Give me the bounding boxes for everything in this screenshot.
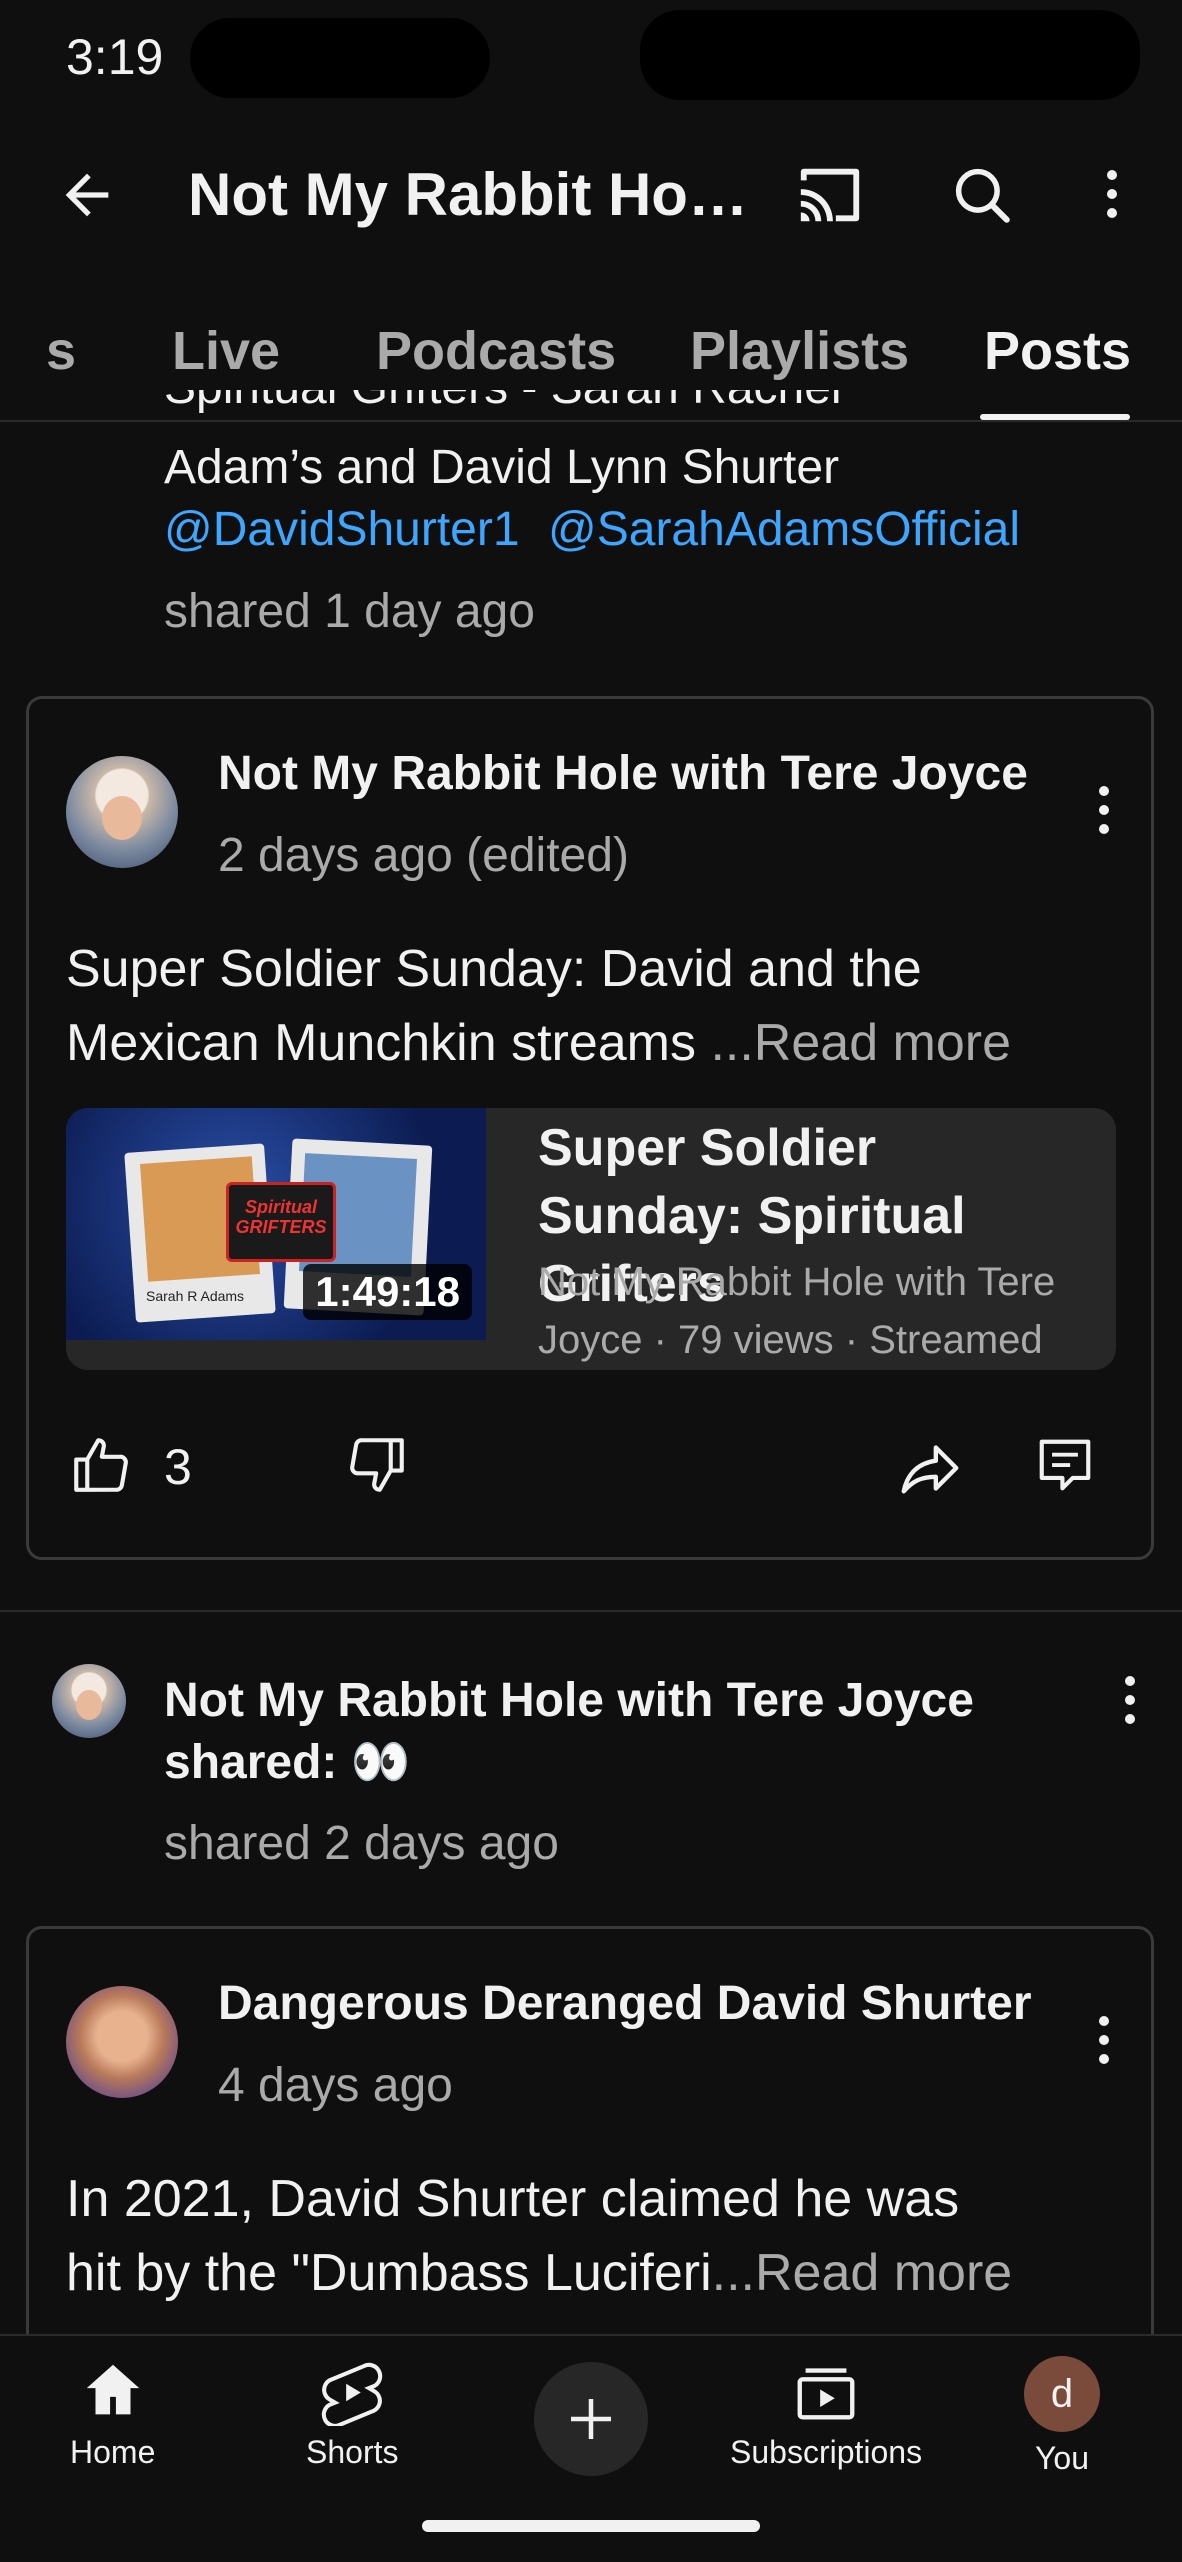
video-embed[interactable]: Spiritual GRIFTERS Sarah R Adams 1:49:18… bbox=[66, 1108, 1116, 1370]
redacted-area bbox=[190, 18, 490, 98]
create-button[interactable] bbox=[534, 2362, 648, 2476]
search-icon bbox=[955, 168, 1010, 223]
post-author[interactable]: Not My Rabbit Hole with Tere Joyce bbox=[218, 746, 1038, 801]
like-count: 3 bbox=[164, 1439, 192, 1495]
nav-shorts-label: Shorts bbox=[306, 2434, 399, 2470]
mention-link[interactable]: @SarahAdamsOfficial bbox=[548, 502, 1020, 557]
tab-playlists[interactable]: Playlists bbox=[690, 320, 909, 382]
post-time: 4 days ago bbox=[218, 2059, 453, 2112]
shared-label: shared: 👀 bbox=[164, 1736, 411, 1789]
post-menu-icon[interactable] bbox=[1094, 2016, 1114, 2064]
shared-time: shared 2 days ago bbox=[164, 1817, 559, 1870]
share-icon bbox=[901, 1445, 959, 1494]
post-text-line: In 2021, David Shurter claimed he was bbox=[66, 2170, 960, 2228]
post-text: Super Soldier Sunday: David and the Mexi… bbox=[66, 932, 1106, 1080]
post-text-line: hit by the "Dumbass Luciferi bbox=[66, 2244, 712, 2302]
back-arrow-icon bbox=[65, 173, 109, 217]
channel-avatar[interactable] bbox=[52, 1664, 126, 1738]
tab-podcasts[interactable]: Podcasts bbox=[376, 320, 616, 382]
shared-time: shared 1 day ago bbox=[164, 585, 535, 638]
post-text: In 2021, David Shurter claimed he was hi… bbox=[66, 2162, 1126, 2310]
nav-home-label: Home bbox=[70, 2434, 156, 2470]
mention-link[interactable]: @DavidShurter1 bbox=[164, 502, 520, 557]
tab-partial[interactable]: s bbox=[46, 320, 76, 382]
comments-button[interactable] bbox=[1030, 1430, 1100, 1500]
user-avatar: d bbox=[1024, 2356, 1100, 2432]
nav-you-label: You bbox=[1035, 2440, 1089, 2476]
nav-subscriptions-label: Subscriptions bbox=[730, 2434, 923, 2470]
thumbs-up-icon bbox=[74, 1438, 128, 1492]
tab-posts[interactable]: Posts bbox=[984, 320, 1131, 382]
search-button[interactable] bbox=[944, 160, 1020, 230]
thumb-caption: Sarah R Adams bbox=[146, 1288, 245, 1304]
like-button[interactable] bbox=[66, 1430, 136, 1500]
channel-avatar[interactable] bbox=[66, 756, 178, 868]
post-partial-clip: Spiritual Grifters - Sarah Rachel bbox=[164, 390, 1124, 430]
post-time: 2 days ago (edited) bbox=[218, 829, 629, 882]
more-options-icon[interactable] bbox=[1102, 170, 1122, 218]
channel-title: Not My Rabbit Hole with Tere Joyce bbox=[188, 161, 748, 228]
shared-post-header: Not My Rabbit Hole with Tere Joyce share… bbox=[164, 1670, 1064, 1794]
video-thumbnail: Spiritual GRIFTERS Sarah R Adams 1:49:18 bbox=[66, 1108, 486, 1340]
nav-you[interactable]: d You bbox=[1024, 2356, 1100, 2477]
home-icon bbox=[86, 2364, 139, 2415]
video-duration: 1:49:18 bbox=[303, 1264, 472, 1320]
post-menu-icon[interactable] bbox=[1120, 1676, 1140, 1724]
subscriptions-icon bbox=[797, 2368, 855, 2420]
read-more-link[interactable]: ...Read more bbox=[710, 1014, 1011, 1072]
status-time: 3:19 bbox=[66, 29, 164, 85]
nav-shorts[interactable]: Shorts bbox=[306, 2356, 398, 2471]
cast-icon bbox=[800, 168, 860, 222]
back-button[interactable] bbox=[52, 160, 122, 230]
read-more-link[interactable]: ...Read more bbox=[712, 2244, 1013, 2302]
section-divider bbox=[0, 1610, 1182, 1612]
shared-author[interactable]: Not My Rabbit Hole with Tere Joyce bbox=[164, 1670, 1064, 1732]
author-avatar[interactable] bbox=[66, 1986, 178, 2098]
comment-icon bbox=[1039, 1439, 1091, 1491]
video-meta: Joyce · 79 views · Streamed bbox=[538, 1318, 1043, 1362]
thumbs-down-icon bbox=[350, 1438, 404, 1492]
dislike-button[interactable] bbox=[342, 1430, 412, 1500]
share-button[interactable] bbox=[892, 1430, 968, 1506]
thumb-badge: Spiritual GRIFTERS bbox=[226, 1182, 336, 1262]
post-author[interactable]: Dangerous Deranged David Shurter bbox=[218, 1976, 1038, 2031]
gesture-bar bbox=[422, 2520, 760, 2532]
nav-subscriptions[interactable]: Subscriptions bbox=[730, 2356, 922, 2471]
video-channel: Not My Rabbit Hole with Tere bbox=[538, 1260, 1056, 1304]
plus-icon bbox=[571, 2399, 611, 2439]
cast-button[interactable] bbox=[790, 160, 870, 230]
post-text-line: Adam’s and David Lynn Shurter bbox=[164, 441, 840, 494]
redacted-area bbox=[640, 10, 1140, 100]
shorts-icon bbox=[322, 2362, 383, 2426]
post-menu-icon[interactable] bbox=[1094, 786, 1114, 834]
nav-home[interactable]: Home bbox=[70, 2356, 155, 2471]
post-partial-line: Spiritual Grifters - Sarah Rachel bbox=[164, 390, 842, 415]
tab-live[interactable]: Live bbox=[172, 320, 280, 382]
